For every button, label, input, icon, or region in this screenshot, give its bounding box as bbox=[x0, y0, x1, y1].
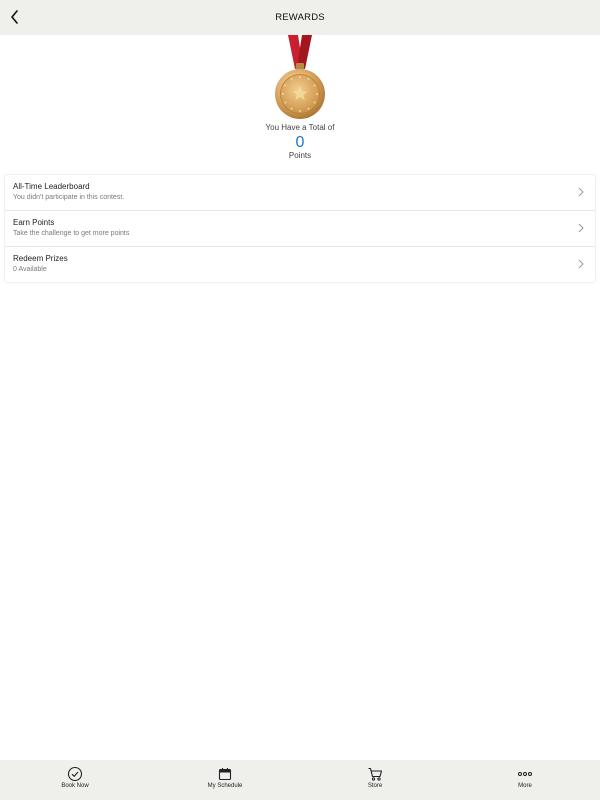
medal-icon bbox=[275, 35, 325, 119]
tab-label: Book Now bbox=[61, 783, 89, 789]
menu-item-subtitle: 0 Available bbox=[13, 266, 47, 273]
chevron-left-icon bbox=[11, 10, 18, 24]
points-unit-label: Points bbox=[288, 151, 312, 160]
calendar-icon bbox=[218, 768, 232, 781]
more-dots-icon bbox=[518, 772, 532, 776]
tab-label: My Schedule bbox=[207, 783, 243, 789]
back-button[interactable] bbox=[4, 6, 26, 28]
menu-item-subtitle: You didn't participate in this contest. bbox=[13, 194, 125, 201]
tab-book-now[interactable]: Book Now bbox=[35, 760, 115, 800]
page-title: REWARDS bbox=[275, 12, 325, 23]
menu-item-title: Redeem Prizes bbox=[13, 254, 68, 263]
tab-label: Store bbox=[367, 783, 383, 789]
top-bar: REWARDS bbox=[0, 0, 600, 35]
points-value: 0 bbox=[295, 134, 305, 151]
menu-item-subtitle: Take the challenge to get more points bbox=[13, 230, 130, 237]
menu-item-redeem-prizes[interactable]: Redeem Prizes 0 Available bbox=[5, 247, 595, 282]
tab-store[interactable]: Store bbox=[335, 760, 415, 800]
chevron-right-icon bbox=[578, 223, 584, 233]
tab-label: More bbox=[518, 783, 532, 789]
chevron-right-icon bbox=[578, 259, 584, 269]
chevron-right-icon bbox=[578, 187, 584, 197]
bottom-tab-bar: Book Now My Schedule Store More bbox=[0, 760, 600, 800]
menu-item-title: Earn Points bbox=[13, 218, 55, 227]
check-circle-icon bbox=[67, 766, 83, 782]
menu-item-earn-points[interactable]: Earn Points Take the challenge to get mo… bbox=[5, 211, 595, 247]
menu-item-title: All-Time Leaderboard bbox=[13, 182, 90, 191]
tab-my-schedule[interactable]: My Schedule bbox=[185, 760, 265, 800]
cart-icon bbox=[368, 767, 383, 781]
menu-item-leaderboard[interactable]: All-Time Leaderboard You didn't particip… bbox=[5, 175, 595, 211]
points-total-label: You Have a Total of bbox=[265, 123, 335, 132]
rewards-menu: All-Time Leaderboard You didn't particip… bbox=[5, 175, 595, 282]
tab-more[interactable]: More bbox=[485, 760, 565, 800]
